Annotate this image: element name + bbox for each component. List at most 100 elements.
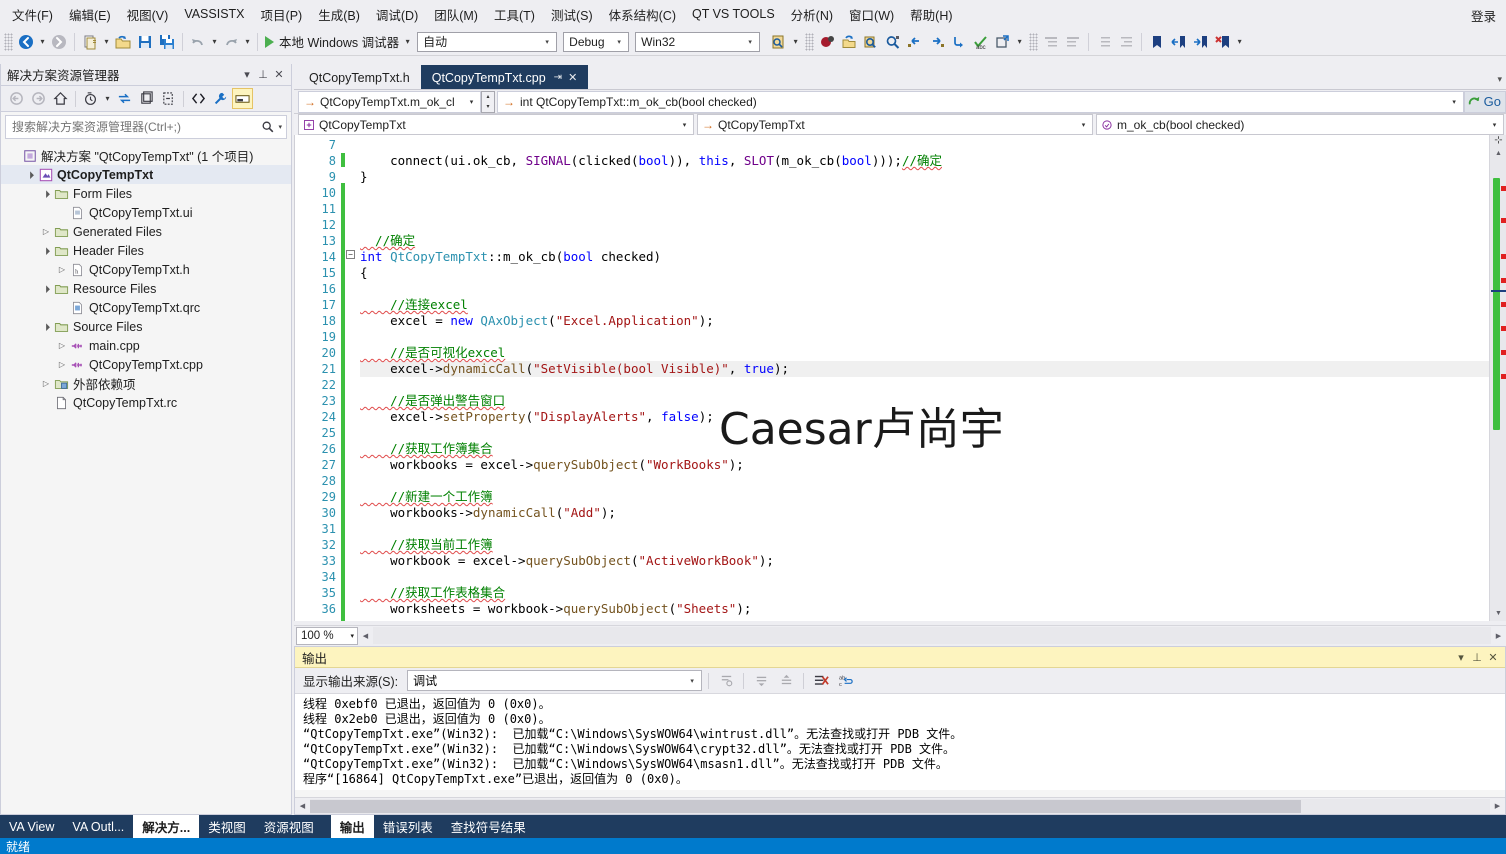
scroll-track[interactable] <box>1490 150 1506 606</box>
clear-all-icon[interactable] <box>810 670 832 692</box>
toolbar-grip-3[interactable] <box>1029 32 1039 51</box>
pin-icon[interactable]: ⇥ <box>554 72 562 83</box>
clear-bookmarks-icon[interactable] <box>1212 31 1234 53</box>
vassist-signature-combo[interactable]: → int QtCopyTempTxt::m_ok_cb(bool checke… <box>497 90 1464 113</box>
tree-item-project[interactable]: ◢ QtCopyTempTxt <box>1 165 291 184</box>
sign-in-link[interactable]: 登录 <box>1471 6 1496 25</box>
go-button[interactable]: Go <box>1463 90 1506 113</box>
menu-qt-vs-tools[interactable]: QT VS TOOLS <box>684 3 783 25</box>
toggle-bookmark-icon[interactable] <box>1146 31 1168 53</box>
toggle-word-wrap-icon[interactable]: ab c <box>835 670 857 692</box>
goto-implementation-icon[interactable] <box>948 31 970 53</box>
tree-item-main-cpp[interactable]: ▷ main.cpp <box>1 336 291 355</box>
scroll-thumb[interactable] <box>310 799 1302 813</box>
toolbar-grip-2[interactable] <box>805 32 815 51</box>
output-source-combo[interactable]: 调试 ▾ <box>407 670 703 691</box>
expander-collapsed-icon[interactable]: ▷ <box>39 377 53 391</box>
menu-file[interactable]: 文件(F) <box>4 1 61 28</box>
tab-source-file[interactable]: QtCopyTempTxt.cpp ⇥ ✕ <box>420 65 589 89</box>
expander-collapsed-icon[interactable]: ▷ <box>55 263 69 277</box>
back-icon[interactable] <box>6 88 27 109</box>
start-debugging-button[interactable]: 本地 Windows 调试器 <box>262 31 402 53</box>
expander-collapsed-icon[interactable]: ▷ <box>39 225 53 239</box>
home-icon[interactable] <box>50 88 71 109</box>
tab-overflow-chevron[interactable]: ▾ <box>1497 74 1502 85</box>
tree-item-source-files[interactable]: ◢ Source Files <box>1 317 291 336</box>
chevron-down-icon[interactable]: ▾ <box>1453 649 1469 665</box>
open-file-icon[interactable] <box>112 31 134 53</box>
tree-item-form-files[interactable]: ◢ Form Files <box>1 184 291 203</box>
tree-item-solution[interactable]: 解决方案 "QtCopyTempTxt" (1 个项目) <box>1 146 291 165</box>
menu-team[interactable]: 团队(M) <box>426 1 486 28</box>
save-all-icon[interactable] <box>156 31 178 53</box>
code-editor[interactable]: 7 8 9 10 11 12 13 14 15 16 17 18 19 20 21 22 23 24 25 26 27 2… <box>294 135 1506 621</box>
start-debugging-dropdown[interactable] <box>402 31 413 53</box>
tree-item-external-deps[interactable]: ▷ 外部依赖项 <box>1 374 291 393</box>
toolbar-grip[interactable] <box>4 32 13 51</box>
bottom-tab-va-outline[interactable]: VA Outl... <box>63 815 133 838</box>
search-icon[interactable] <box>261 120 275 134</box>
new-project-dropdown[interactable] <box>101 31 112 53</box>
menu-window[interactable]: 窗口(W) <box>841 1 902 28</box>
scroll-down-arrow[interactable]: ▼ <box>1490 606 1506 621</box>
redo-icon[interactable] <box>220 31 242 53</box>
expander-collapsed-icon[interactable]: ▷ <box>55 339 69 353</box>
search-input[interactable] <box>12 120 262 134</box>
scroll-track[interactable] <box>310 798 1490 814</box>
collapse-all-icon[interactable] <box>158 88 179 109</box>
close-icon[interactable]: ✕ <box>568 71 577 84</box>
tree-item-rc-file[interactable]: QtCopyTempTxt.rc <box>1 393 291 412</box>
decrease-indent-icon[interactable] <box>1093 31 1115 53</box>
close-icon[interactable]: ✕ <box>1485 649 1501 665</box>
next-bookmark-icon[interactable] <box>1190 31 1212 53</box>
configuration-combo[interactable]: 自动 ▾ <box>417 31 558 52</box>
bottom-tab-solution-explorer[interactable]: 解决方... <box>133 815 200 838</box>
tree-item-ui-file[interactable]: QtCopyTempTxt.ui <box>1 203 291 222</box>
platform-combo[interactable]: Win32 ▾ <box>635 31 761 52</box>
increase-indent-icon[interactable] <box>1115 31 1137 53</box>
go-to-next-message-icon[interactable] <box>775 670 797 692</box>
open-related-icon[interactable] <box>992 31 1014 53</box>
solution-explorer-search[interactable]: ▾ <box>5 115 287 139</box>
tree-item-qrc-file[interactable]: QtCopyTempTxt.qrc <box>1 298 291 317</box>
pin-icon[interactable]: ⊥ <box>1469 649 1485 665</box>
menu-edit[interactable]: 编辑(E) <box>61 1 119 28</box>
chevron-down-icon[interactable]: ▾ <box>278 123 282 131</box>
class-combo[interactable]: QtCopyTempTxt ▾ <box>298 114 694 135</box>
navigate-backward-dropdown[interactable] <box>37 31 48 53</box>
pending-changes-icon[interactable] <box>80 88 101 109</box>
go-back-marker-icon[interactable] <box>904 31 926 53</box>
member-combo[interactable]: m_ok_cb(bool checked) ▾ <box>1096 114 1504 135</box>
menu-project[interactable]: 项目(P) <box>253 1 311 28</box>
quick-find-icon[interactable] <box>882 31 904 53</box>
find-dropdown[interactable] <box>790 31 801 53</box>
chevron-down-icon[interactable]: ▾ <box>239 67 255 83</box>
navigate-backward-icon[interactable] <box>15 31 37 53</box>
undo-dropdown[interactable] <box>209 31 220 53</box>
go-to-previous-message-icon[interactable] <box>750 670 772 692</box>
menu-architecture[interactable]: 体系结构(C) <box>601 1 684 28</box>
hscroll-right-arrow[interactable]: ▶ <box>1490 802 1505 810</box>
fold-toggle-function[interactable]: − <box>346 250 355 259</box>
navigate-forward-icon[interactable] <box>48 31 70 53</box>
menu-vassistx[interactable]: VASSISTX <box>176 3 252 25</box>
find-message-icon[interactable] <box>715 670 737 692</box>
output-horizontal-scrollbar[interactable]: ◀ ▶ <box>295 797 1505 814</box>
menu-debug[interactable]: 调试(D) <box>368 1 426 28</box>
hscroll-right-arrow[interactable]: ▶ <box>1491 632 1506 640</box>
bottom-tab-resource-view[interactable]: 资源视图 <box>255 815 323 838</box>
scope-combo[interactable]: → QtCopyTempTxt ▾ <box>697 114 1093 135</box>
refresh-icon[interactable] <box>136 88 157 109</box>
find-in-files-icon[interactable] <box>768 31 790 53</box>
scroll-thumb[interactable] <box>1493 178 1500 430</box>
undo-icon[interactable] <box>187 31 209 53</box>
go-forward-marker-icon[interactable] <box>926 31 948 53</box>
tree-item-header-file[interactable]: ▷ h QtCopyTempTxt.h <box>1 260 291 279</box>
close-icon[interactable]: ✕ <box>271 67 287 83</box>
hscroll-left-arrow[interactable]: ◀ <box>295 802 310 810</box>
editor-horizontal-scrollbar[interactable] <box>373 627 1491 644</box>
hscroll-left-arrow[interactable]: ◀ <box>358 632 373 640</box>
previous-bookmark-icon[interactable] <box>1168 31 1190 53</box>
new-project-icon[interactable] <box>79 31 101 53</box>
pending-changes-dropdown[interactable] <box>102 88 113 110</box>
